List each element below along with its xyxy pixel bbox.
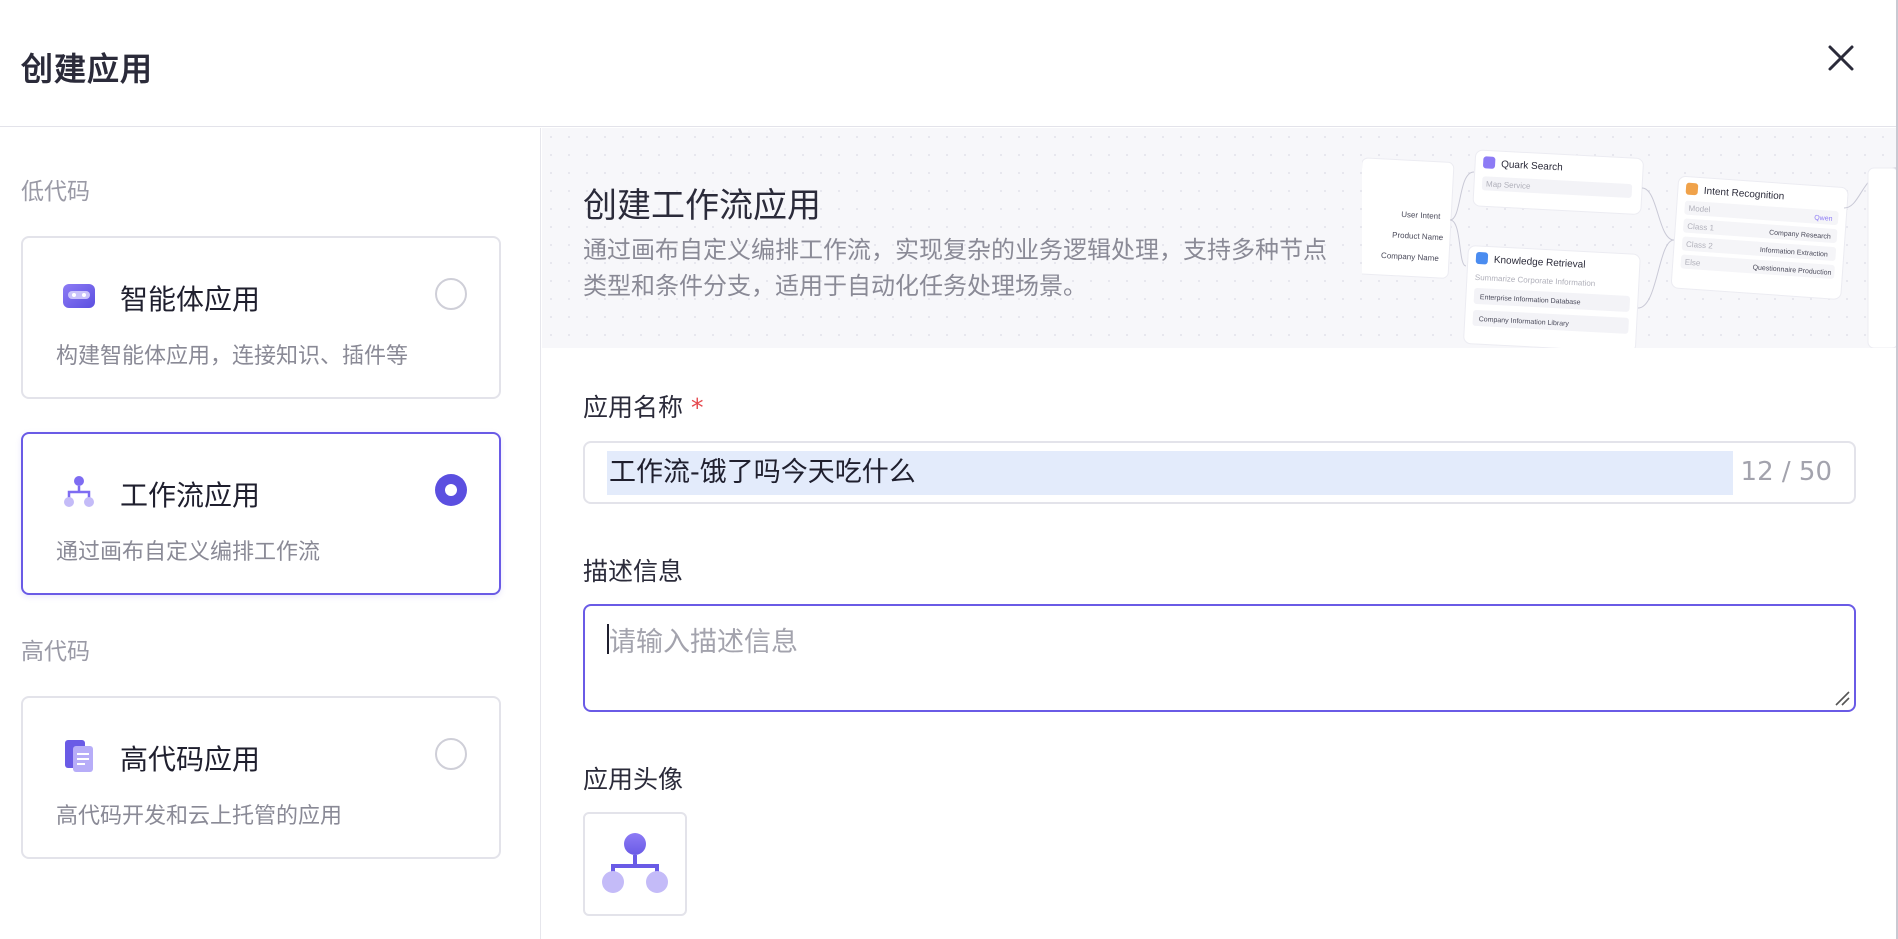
preview-intent-row: Qwen xyxy=(1814,215,1833,223)
workflow-avatar-icon xyxy=(602,833,668,893)
description-textarea[interactable]: 请输入描述信息 xyxy=(583,604,1856,712)
create-form-panel: 创建工作流应用 通过画布自定义编排工作流，实现复杂的业务逻辑处理，支持多种节点类… xyxy=(542,128,1896,939)
workflow-app-radio[interactable] xyxy=(435,474,467,506)
app-name-value[interactable]: 工作流-饿了吗今天吃什么 xyxy=(607,451,1733,495)
app-avatar-picker[interactable] xyxy=(583,812,687,916)
close-icon xyxy=(1828,45,1854,71)
agent-app-radio[interactable] xyxy=(435,278,467,310)
banner-title: 创建工作流应用 xyxy=(583,186,821,226)
close-button[interactable] xyxy=(1823,40,1859,76)
description-label: 描述信息 xyxy=(583,557,684,586)
workflow-app-card[interactable]: 工作流应用 通过画布自定义编排工作流 xyxy=(21,432,501,595)
resize-handle-icon[interactable] xyxy=(1832,688,1850,706)
agent-app-desc: 构建智能体应用，连接知识、插件等 xyxy=(56,344,409,369)
workflow-icon xyxy=(64,476,94,507)
workflow-app-desc: 通过画布自定义编排工作流 xyxy=(56,540,321,565)
description-placeholder: 请输入描述信息 xyxy=(609,627,798,658)
agent-app-card[interactable]: 智能体应用 构建智能体应用，连接知识、插件等 xyxy=(21,236,501,399)
preview-intent-row: Else xyxy=(1685,258,1702,268)
high-code-app-card[interactable]: 高代码应用 高代码开发和云上托管的应用 xyxy=(21,696,501,859)
required-mark: * xyxy=(691,393,704,422)
app-type-sidebar: 低代码 智能体应用 构建智能体应用，连接知识、插件等 工作流应用 通过画布自定义… xyxy=(0,128,541,939)
high-code-app-desc: 高代码开发和云上托管的应用 xyxy=(56,804,343,829)
agent-app-title: 智能体应用 xyxy=(120,283,261,316)
preview-intent-row: Class 1 xyxy=(1687,222,1715,233)
high-code-group-label: 高代码 xyxy=(21,639,90,665)
code-document-icon xyxy=(65,740,93,772)
agent-icon xyxy=(63,284,95,308)
app-name-label: 应用名称 * xyxy=(583,388,704,424)
high-code-app-radio[interactable] xyxy=(435,738,467,770)
workflow-app-title: 工作流应用 xyxy=(120,479,261,512)
avatar-label: 应用头像 xyxy=(583,765,684,794)
create-app-dialog: 创建应用 低代码 智能体应用 构建智能体应用，连接知识、插件等 工作流应用 通过… xyxy=(0,0,1898,939)
app-name-input[interactable]: 工作流-饿了吗今天吃什么 12 / 50 xyxy=(583,441,1856,504)
app-name-label-text: 应用名称 xyxy=(583,393,684,422)
high-code-app-title: 高代码应用 xyxy=(120,743,261,776)
low-code-group-label: 低代码 xyxy=(21,179,90,205)
workflow-preview-illustration: User Intent Product Name Company Name Qu… xyxy=(1362,149,1896,348)
preview-intent-row: Class 2 xyxy=(1686,240,1714,251)
dialog-header: 创建应用 xyxy=(0,0,1898,127)
dialog-title: 创建应用 xyxy=(21,50,154,88)
app-name-counter: 12 / 50 xyxy=(1740,457,1832,487)
preview-intent-row: Model xyxy=(1688,204,1711,215)
workflow-banner: 创建工作流应用 通过画布自定义编排工作流，实现复杂的业务逻辑处理，支持多种节点类… xyxy=(542,128,1896,348)
banner-description: 通过画布自定义编排工作流，实现复杂的业务逻辑处理，支持多种节点类型和条件分支，适… xyxy=(583,236,1327,300)
